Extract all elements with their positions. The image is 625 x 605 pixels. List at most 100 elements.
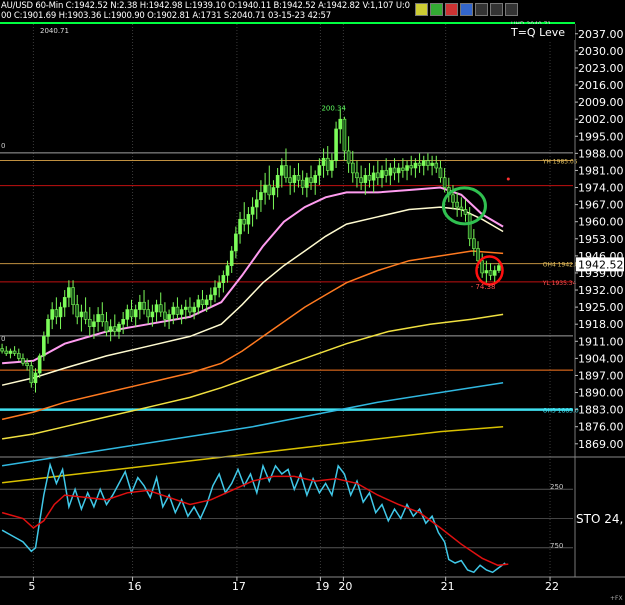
- candle-body-99: [413, 162, 418, 169]
- candle-body-17: [71, 287, 75, 305]
- candle-body-70: [292, 175, 297, 183]
- candle-body-74: [309, 177, 313, 183]
- candle-body-19: [79, 311, 84, 318]
- candle-body-104: [434, 162, 439, 169]
- candle-body-58: [242, 218, 247, 225]
- ytick-label-15: 1932.00: [578, 284, 624, 297]
- candle-body-31: [129, 309, 134, 318]
- ytick-label-19: 1904.00: [578, 352, 624, 365]
- ytick-label-21: 1890.00: [578, 387, 624, 400]
- candle-body-8: [33, 372, 38, 384]
- candle-body-78: [325, 157, 330, 171]
- price-chart[interactable]: YH 1985.05 OH4 1942.8 YL 1935.34 OH3 1883.0…: [0, 0, 625, 605]
- ytick-label-17: 1918.00: [578, 318, 624, 331]
- ytick-label-0: 2037.00: [578, 28, 624, 41]
- candle-body-22: [92, 321, 96, 327]
- candle-body-16: [67, 287, 71, 298]
- level-label-7: OH3 1883.0: [543, 408, 579, 415]
- candle-body-82: [342, 118, 347, 152]
- candle-body-77: [321, 157, 326, 166]
- ytick-label-4: 2009.00: [578, 96, 624, 109]
- xtick-label-6: 22: [545, 580, 559, 593]
- ytick-label-22: 1883.00: [578, 404, 624, 417]
- ytick-label-7: 1988.00: [578, 147, 624, 160]
- level-label-2: OH4 1942.8: [543, 262, 579, 269]
- candle-body-44: [183, 306, 188, 310]
- candle-body-43: [179, 309, 184, 315]
- xtick-label-0: 5: [28, 580, 35, 593]
- candle-body-92: [384, 170, 388, 176]
- ytick-label-11: 1960.00: [578, 216, 624, 229]
- candle-body-112: [467, 214, 472, 240]
- candle-body-10: [42, 336, 46, 357]
- green-highlight-circle: [441, 186, 487, 226]
- sto-tick-250: 250: [550, 483, 563, 491]
- candle-body-52: [217, 282, 221, 288]
- candle-body-103: [430, 162, 434, 166]
- candle-body-66: [275, 175, 280, 188]
- candle-body-86: [359, 177, 363, 183]
- ytick-label-1: 2030.00: [578, 45, 624, 58]
- candle-body-20: [83, 311, 88, 320]
- chart-window: AU/USD 60-Min C:1942.52 N:2.38 H:1942.98…: [0, 0, 625, 605]
- candle-body-37: [154, 304, 159, 313]
- candle-body-75: [313, 175, 318, 183]
- candle-body-57: [238, 218, 242, 235]
- ytick-label-20: 1897.00: [578, 369, 624, 382]
- candle-body-80: [334, 128, 338, 161]
- fx-badge: +FX: [610, 595, 623, 602]
- candle-body-113: [472, 238, 476, 249]
- candle-body-27: [113, 326, 117, 332]
- candle-body-35: [146, 309, 151, 318]
- candle-body-115: [480, 260, 484, 274]
- candle-body-56: [234, 233, 238, 252]
- candle-body-55: [229, 250, 234, 266]
- candle-body-95: [396, 167, 401, 174]
- candle-body-87: [363, 175, 368, 183]
- header-level-value: 2040.71: [40, 27, 69, 35]
- ytick-label-9: 1974.00: [578, 182, 624, 195]
- candle-body-6: [25, 362, 29, 366]
- candle-body-88: [367, 175, 372, 181]
- candle-body-102: [426, 160, 430, 166]
- candle-body-15: [62, 297, 67, 308]
- candle-body-68: [284, 165, 288, 179]
- ma-yellow-line: [1, 313, 504, 440]
- candle-body-67: [280, 165, 284, 176]
- candle-body-71: [296, 175, 301, 181]
- candle-body-93: [388, 167, 393, 176]
- candle-body-76: [317, 165, 322, 176]
- candle-body-79: [330, 160, 334, 171]
- candle-body-111: [463, 209, 468, 215]
- candle-body-32: [133, 309, 138, 318]
- ytick-label-10: 1967.00: [578, 199, 624, 212]
- candle-body-34: [142, 301, 146, 310]
- xtick-label-5: 21: [441, 580, 455, 593]
- sto-tick-750: 750: [550, 542, 563, 550]
- candle-body-89: [371, 172, 376, 181]
- candle-body-2: [8, 350, 13, 354]
- candle-body-118: [492, 270, 497, 276]
- candle-body-12: [50, 309, 54, 320]
- candle-body-83: [346, 150, 351, 164]
- candle-body-26: [108, 326, 113, 332]
- candle-body-90: [376, 172, 380, 179]
- candle-body-45: [188, 306, 192, 313]
- red-dot-marker: [506, 177, 510, 181]
- candle-body-36: [150, 311, 155, 318]
- candle-body-42: [175, 306, 180, 315]
- candle-body-28: [117, 323, 121, 332]
- candle-body-72: [300, 179, 305, 188]
- candle-body-3: [12, 350, 17, 354]
- candle-body-64: [267, 184, 272, 196]
- ytick-label-2: 2023.00: [578, 62, 624, 75]
- candle-body-117: [488, 270, 493, 276]
- ytick-label-24: 1869.00: [578, 438, 624, 451]
- candle-body-48: [200, 299, 205, 305]
- candle-body-98: [409, 165, 414, 169]
- candle-body-7: [29, 365, 34, 384]
- candle-body-40: [167, 314, 171, 320]
- candle-body-0: [0, 348, 4, 352]
- ytick-label-5: 2002.00: [578, 113, 624, 126]
- left-label-1: 0: [1, 142, 5, 150]
